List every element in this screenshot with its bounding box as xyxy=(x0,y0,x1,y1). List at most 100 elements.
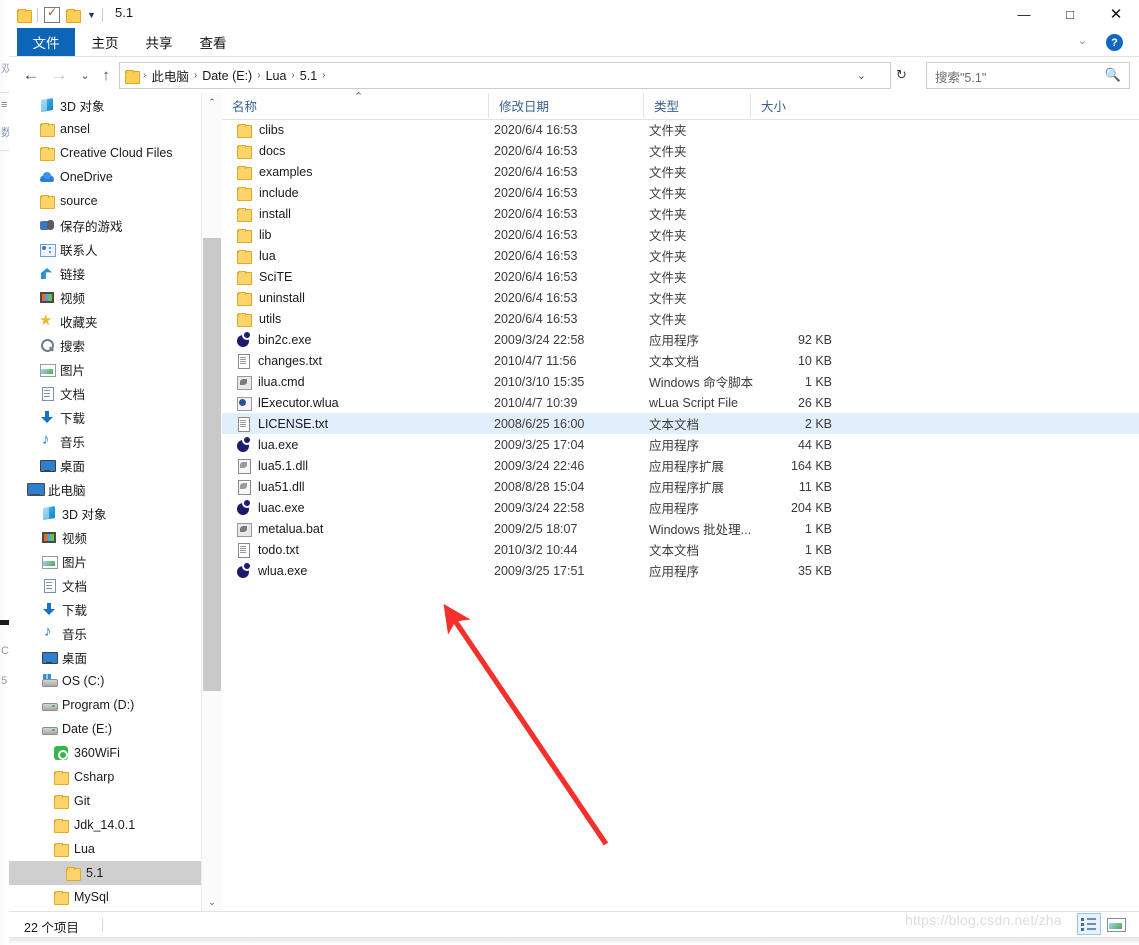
refresh-icon[interactable]: ↻ xyxy=(896,67,907,83)
sidebar-item-25[interactable]: Program (D:) xyxy=(9,693,201,717)
table-row[interactable]: install 2020/6/4 16:53 文件夹 xyxy=(222,203,1139,224)
sidebar-item-15[interactable]: 桌面 xyxy=(9,453,201,477)
table-row[interactable]: LICENSE.txt 2008/6/25 16:00 文本文档 2 KB xyxy=(222,413,1139,434)
file-name-cell: lua5.1.dll xyxy=(236,458,308,474)
sidebar-item-26[interactable]: Date (E:) xyxy=(9,717,201,741)
tab-share[interactable]: 共享 xyxy=(135,28,183,56)
sidebar-item-19[interactable]: 图片 xyxy=(9,549,201,573)
column-type[interactable]: 类型 xyxy=(643,93,761,118)
address-bar[interactable]: › 此电脑 › Date (E:) › Lua › 5.1 › ⌄ xyxy=(119,62,891,89)
sidebar-item-21[interactable]: 下载 xyxy=(9,597,201,621)
sidebar-item-14[interactable]: 音乐 xyxy=(9,429,201,453)
tab-view[interactable]: 查看 xyxy=(189,28,237,56)
table-row[interactable]: ilua.cmd 2010/3/10 15:35 Windows 命令脚本 1 KB xyxy=(222,371,1139,392)
back-button[interactable]: ← xyxy=(18,62,44,88)
sidebar-item-8[interactable]: 视频 xyxy=(9,285,201,309)
table-row[interactable]: lExecutor.wlua 2010/4/7 10:39 wLua Script … xyxy=(222,392,1139,413)
table-row[interactable]: examples 2020/6/4 16:53 文件夹 xyxy=(222,161,1139,182)
table-row[interactable]: include 2020/6/4 16:53 文件夹 xyxy=(222,182,1139,203)
sidebar-item-31[interactable]: Lua xyxy=(9,837,201,861)
sidebar-item-5[interactable]: 保存的游戏 xyxy=(9,213,201,237)
file-date-modified: 2020/6/4 16:53 xyxy=(494,248,578,263)
sidebar-item-16[interactable]: 此电脑 xyxy=(9,477,201,501)
breadcrumb-item-this-pc[interactable]: 此电脑 xyxy=(147,66,193,85)
search-input[interactable]: 搜索"5.1" xyxy=(935,67,986,86)
address-dropdown-icon[interactable]: ⌄ xyxy=(857,69,866,82)
sidebar-item-12[interactable]: 文档 xyxy=(9,381,201,405)
table-row[interactable]: SciTE 2020/6/4 16:53 文件夹 xyxy=(222,266,1139,287)
sidebar-item-29[interactable]: Git xyxy=(9,789,201,813)
sidebar-item-11[interactable]: 图片 xyxy=(9,357,201,381)
table-row[interactable]: docs 2020/6/4 16:53 文件夹 xyxy=(222,140,1139,161)
sidebar-item-23[interactable]: 桌面 xyxy=(9,645,201,669)
column-date-modified[interactable]: 修改日期 xyxy=(488,93,654,118)
search-icon[interactable]: 🔍 xyxy=(1105,67,1121,83)
table-row[interactable]: utils 2020/6/4 16:53 文件夹 xyxy=(222,308,1139,329)
scroll-down-icon[interactable]: ⌄ xyxy=(202,893,222,911)
navigation-pane[interactable]: 3D 对象 ansel Creative Cloud Files OneDrive so… xyxy=(9,93,201,911)
navigation-pane-scrollbar[interactable]: ⌃ ⌄ xyxy=(201,93,222,911)
help-icon[interactable]: ? xyxy=(1106,34,1123,51)
sidebar-item-33[interactable]: MySql xyxy=(9,885,201,909)
scrollbar-thumb[interactable] xyxy=(203,238,221,691)
sidebar-item-0[interactable]: 3D 对象 xyxy=(9,93,201,117)
cmd-icon xyxy=(236,374,252,390)
breadcrumb-separator-4[interactable]: › xyxy=(321,70,326,81)
sidebar-item-20[interactable]: 文档 xyxy=(9,573,201,597)
sidebar-item-label: Date (E:) xyxy=(62,722,113,736)
table-row[interactable]: lua 2020/6/4 16:53 文件夹 xyxy=(222,245,1139,266)
large-icons-view-button[interactable] xyxy=(1105,914,1127,934)
close-button[interactable]: ✕ xyxy=(1093,0,1139,28)
sidebar-item-13[interactable]: 下载 xyxy=(9,405,201,429)
ribbon-expand-icon[interactable]: ⌄ xyxy=(1078,34,1087,47)
table-row[interactable]: metalua.bat 2009/2/5 18:07 Windows 批处理... 1… xyxy=(222,518,1139,539)
sidebar-item-6[interactable]: 联系人 xyxy=(9,237,201,261)
column-size[interactable]: 大小 xyxy=(750,93,848,118)
search-box[interactable]: 搜索"5.1" 🔍 xyxy=(926,62,1130,89)
minimize-button[interactable]: — xyxy=(1001,0,1047,28)
sidebar-item-9[interactable]: 收藏夹 xyxy=(9,309,201,333)
maximize-button[interactable]: □ xyxy=(1047,0,1093,28)
table-row[interactable]: changes.txt 2010/4/7 11:56 文本文档 10 KB xyxy=(222,350,1139,371)
sidebar-item-18[interactable]: 视频 xyxy=(9,525,201,549)
table-row[interactable]: luac.exe 2009/3/24 22:58 应用程序 204 KB xyxy=(222,497,1139,518)
table-row[interactable]: clibs 2020/6/4 16:53 文件夹 xyxy=(222,119,1139,140)
table-row[interactable]: wlua.exe 2009/3/25 17:51 应用程序 35 KB xyxy=(222,560,1139,581)
details-view-button[interactable] xyxy=(1077,913,1101,935)
sidebar-item-27[interactable]: 360WiFi xyxy=(9,741,201,765)
table-row[interactable]: lua.exe 2009/3/25 17:04 应用程序 44 KB xyxy=(222,434,1139,455)
file-size: 92 KB xyxy=(797,332,832,347)
sidebar-item-1[interactable]: ansel xyxy=(9,117,201,141)
tab-file[interactable]: 文件 xyxy=(17,28,75,56)
new-folder-icon[interactable] xyxy=(66,9,81,23)
breadcrumb-item-5-1[interactable]: 5.1 xyxy=(296,69,321,83)
file-date-modified: 2020/6/4 16:53 xyxy=(494,206,578,221)
sidebar-item-30[interactable]: Jdk_14.0.1 xyxy=(9,813,201,837)
table-row[interactable]: todo.txt 2010/3/2 10:44 文本文档 1 KB xyxy=(222,539,1139,560)
sidebar-item-24[interactable]: OS (C:) xyxy=(9,669,201,693)
sidebar-item-22[interactable]: 音乐 xyxy=(9,621,201,645)
sidebar-item-32[interactable]: 5.1 xyxy=(9,861,201,885)
folder-icon[interactable] xyxy=(17,9,32,23)
sidebar-item-4[interactable]: source xyxy=(9,189,201,213)
up-button[interactable]: ↑ xyxy=(93,62,119,88)
table-row[interactable]: uninstall 2020/6/4 16:53 文件夹 xyxy=(222,287,1139,308)
tab-home[interactable]: 主页 xyxy=(81,28,129,56)
sidebar-item-17[interactable]: 3D 对象 xyxy=(9,501,201,525)
sidebar-item-7[interactable]: 链接 xyxy=(9,261,201,285)
sidebar-item-3[interactable]: OneDrive xyxy=(9,165,201,189)
scroll-up-icon[interactable]: ⌃ xyxy=(202,93,222,111)
forward-button[interactable]: → xyxy=(46,62,72,88)
breadcrumb-item-lua[interactable]: Lua xyxy=(262,69,291,83)
chevron-down-icon[interactable]: ▼ xyxy=(87,10,96,20)
table-row[interactable]: lua51.dll 2008/8/28 15:04 应用程序扩展 11 KB xyxy=(222,476,1139,497)
sidebar-item-28[interactable]: Csharp xyxy=(9,765,201,789)
table-row[interactable]: lua5.1.dll 2009/3/24 22:46 应用程序扩展 164 KB xyxy=(222,455,1139,476)
file-name: examples xyxy=(259,164,313,179)
sidebar-item-10[interactable]: 搜索 xyxy=(9,333,201,357)
properties-icon[interactable] xyxy=(44,5,60,23)
table-row[interactable]: bin2c.exe 2009/3/24 22:58 应用程序 92 KB xyxy=(222,329,1139,350)
table-row[interactable]: lib 2020/6/4 16:53 文件夹 xyxy=(222,224,1139,245)
breadcrumb-item-date-e[interactable]: Date (E:) xyxy=(198,69,256,83)
sidebar-item-2[interactable]: Creative Cloud Files xyxy=(9,141,201,165)
